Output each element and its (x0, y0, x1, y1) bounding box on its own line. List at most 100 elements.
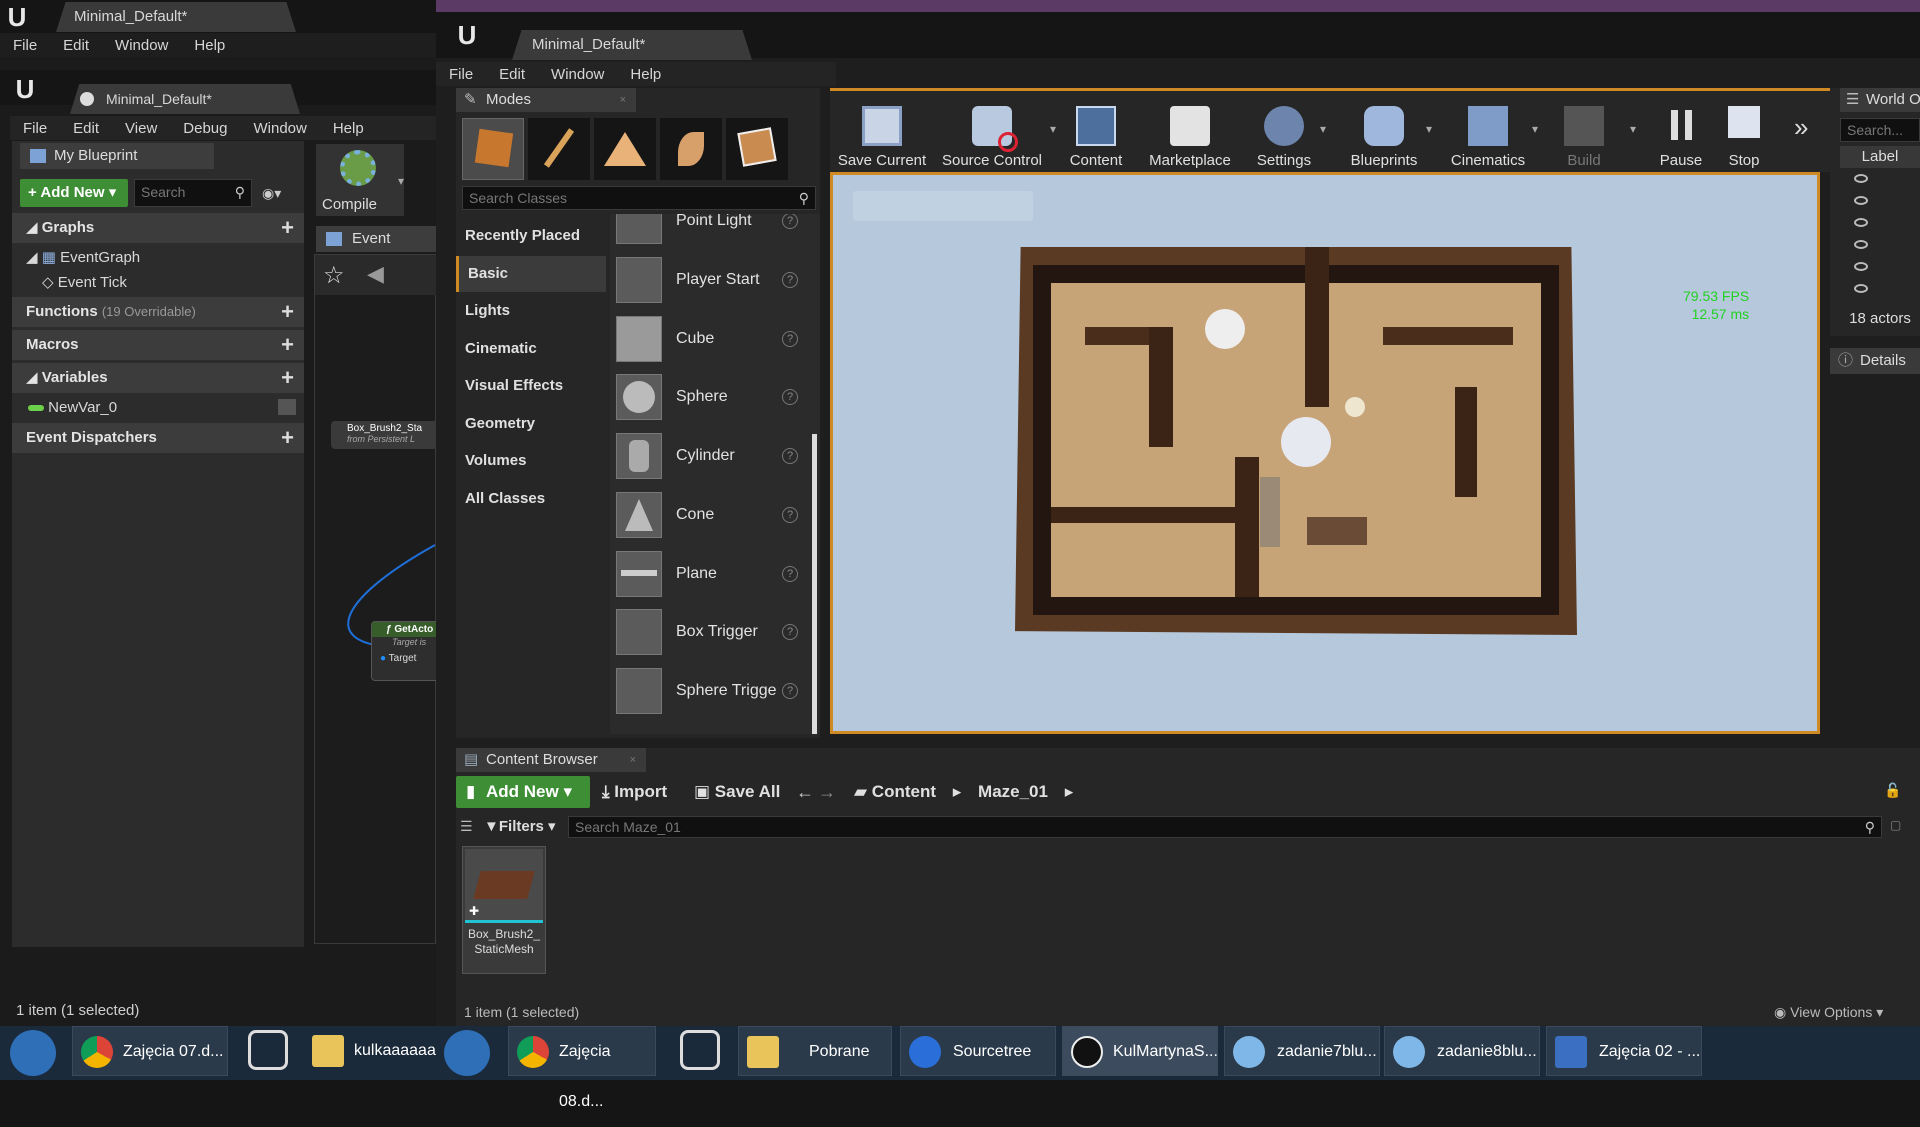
taskbar-item-zajecia02[interactable]: Zajęcia 02 - ... (1546, 1026, 1702, 1076)
menu-file[interactable]: File (0, 37, 50, 54)
details-tab[interactable]: ⓘ Details (1830, 348, 1920, 374)
variable-eye-icon[interactable] (278, 399, 296, 415)
geometry-mode-button[interactable] (726, 118, 788, 180)
bp-menu-edit[interactable]: Edit (60, 120, 112, 137)
foliage-mode-button[interactable] (660, 118, 722, 180)
asset-tile[interactable]: ✚ Box_Brush2_ StaticMesh (462, 846, 546, 974)
search-icon[interactable]: ⚲ (1865, 817, 1875, 837)
cinematics-dropdown-icon[interactable]: ▾ (1532, 122, 1538, 136)
event-dispatchers-section-header[interactable]: Event Dispatchers + (12, 423, 304, 453)
functions-section-header[interactable]: Functions (19 Overridable) + (12, 297, 304, 327)
modes-tab[interactable]: ✎ Modes × (456, 88, 636, 112)
filters-button[interactable]: ▼Filters ▾ (484, 816, 556, 838)
help-icon[interactable]: ? (782, 389, 798, 405)
save-all-button[interactable]: ▣ Save All (694, 776, 780, 808)
taskbar-item-kulka[interactable]: kulkaaaaaa (304, 1026, 436, 1076)
search-classes-input[interactable]: Search Classes ⚲ (462, 186, 816, 210)
help-icon[interactable]: ? (782, 683, 798, 699)
category-lights[interactable]: Lights (456, 293, 606, 329)
menu-edit[interactable]: Edit (50, 37, 102, 54)
graph-canvas[interactable]: ☆ ◀ Box_Brush2_Sta from Persistent L ƒ G… (314, 254, 436, 944)
list-item-sphere-trigger[interactable]: Sphere Trigge? (610, 662, 810, 720)
items-scrollbar[interactable] (812, 434, 817, 734)
help-icon[interactable]: ? (782, 272, 798, 288)
import-button[interactable]: ⤓ Import (602, 776, 667, 808)
content-add-new-button[interactable]: ▮ Add New ▾ (456, 776, 590, 808)
help-icon[interactable]: ? (782, 507, 798, 523)
view-options-button[interactable]: ◉ View Options ▾ (1774, 1004, 1883, 1021)
list-item-cone[interactable]: Cone? (610, 486, 810, 544)
add-new-button[interactable]: + Add New ▾ (20, 179, 128, 207)
list-item-point-light[interactable]: Point Light? (610, 214, 810, 250)
content-search-input[interactable]: Search Maze_01 ⚲ (568, 816, 1882, 838)
menu-help[interactable]: Help (181, 37, 238, 54)
event-graph-item[interactable]: ◢ ▦ EventGraph (12, 245, 304, 270)
new-var-item[interactable]: NewVar_0 (12, 395, 304, 420)
category-basic[interactable]: Basic (456, 256, 606, 292)
toolbar-overflow-icon[interactable]: » (1794, 112, 1808, 143)
maze-marble[interactable] (1345, 397, 1365, 417)
maze-mesh[interactable] (1015, 247, 1577, 635)
visibility-eye-icon[interactable] (1854, 196, 1868, 205)
taskbar-item-chrome-07[interactable]: Zajęcia 07.d... (72, 1026, 228, 1076)
macros-section-header[interactable]: Macros + (12, 330, 304, 360)
help-icon[interactable]: ? (782, 214, 798, 229)
taskbar-item-chrome-08[interactable]: Zajęcia 08.d... (508, 1026, 656, 1110)
blueprints-dropdown-icon[interactable]: ▾ (1426, 122, 1432, 136)
category-all-classes[interactable]: All Classes (456, 481, 606, 517)
place-mode-button[interactable] (462, 118, 524, 180)
breadcrumb-separator-icon[interactable]: ▸ (1065, 782, 1074, 801)
list-item-cube[interactable]: Cube? (610, 310, 810, 368)
compile-dropdown-icon[interactable]: ▾ (398, 174, 404, 188)
graphs-section-header[interactable]: ◢ Graphs + (12, 213, 304, 243)
variables-section-header[interactable]: ◢ Variables + (12, 363, 304, 393)
search-icon[interactable]: ⚲ (799, 187, 809, 209)
settings-dropdown-icon[interactable]: ▾ (1320, 122, 1326, 136)
lock-icon[interactable]: 🔓 (1884, 782, 1901, 799)
help-icon[interactable]: ? (782, 624, 798, 640)
get-actor-node[interactable]: ƒ GetActo Target is ● Target (371, 621, 436, 681)
sources-toggle-icon[interactable]: ☰ (460, 818, 473, 835)
category-geometry[interactable]: Geometry (456, 406, 606, 442)
visibility-eye-icon[interactable]: ◉▾ (262, 185, 281, 202)
help-icon[interactable]: ? (782, 448, 798, 464)
my-blueprint-tab[interactable]: My Blueprint (20, 143, 214, 169)
list-item-cylinder[interactable]: Cylinder? (610, 427, 810, 485)
compile-button[interactable]: Compile (316, 144, 404, 216)
add-dispatcher-plus-icon[interactable]: + (281, 423, 294, 453)
main-menu-file[interactable]: File (436, 66, 486, 83)
app-icon[interactable] (680, 1030, 720, 1070)
bp-search-input[interactable]: Search ⚲ (134, 179, 252, 207)
close-tab-icon[interactable]: × (620, 88, 626, 112)
content-browser-tab[interactable]: ▤ Content Browser × (456, 748, 646, 772)
settings-button[interactable]: Settings (1244, 100, 1324, 174)
taskbar-item-zadanie7[interactable]: zadanie7blu... (1224, 1026, 1380, 1076)
build-button[interactable]: Build (1544, 100, 1624, 174)
main-menu-window[interactable]: Window (538, 66, 617, 83)
save-current-button[interactable]: Save Current (832, 100, 932, 174)
taskbar-item-unreal[interactable]: KulMartynaS... (1062, 1026, 1218, 1076)
source-control-button[interactable]: Source Control (938, 100, 1046, 174)
bp-menu-window[interactable]: Window (240, 120, 319, 137)
viewport-options-bar[interactable] (853, 191, 1033, 221)
outliner-search-input[interactable]: Search... (1840, 118, 1920, 142)
level-viewport[interactable]: 79.53 FPS 12.57 ms (830, 172, 1820, 734)
help-icon[interactable]: ? (782, 566, 798, 582)
category-visual-effects[interactable]: Visual Effects (456, 368, 606, 404)
event-tick-item[interactable]: ◇ Event Tick (12, 270, 304, 295)
landscape-mode-button[interactable] (594, 118, 656, 180)
stop-button[interactable]: Stop (1708, 100, 1780, 174)
add-macro-plus-icon[interactable]: + (281, 330, 294, 360)
breadcrumb-content[interactable]: Content (872, 782, 936, 801)
marketplace-button[interactable]: Marketplace (1140, 100, 1240, 174)
main-doc-tab[interactable]: Minimal_Default* (512, 30, 752, 60)
bp-menu-view[interactable]: View (112, 120, 170, 137)
cinematics-button[interactable]: Cinematics (1438, 100, 1538, 174)
list-item-box-trigger[interactable]: Box Trigger? (610, 603, 810, 661)
bp-menu-help[interactable]: Help (320, 120, 377, 137)
blueprints-button[interactable]: Blueprints (1334, 100, 1434, 174)
list-item-plane[interactable]: Plane? (610, 545, 810, 603)
build-dropdown-icon[interactable]: ▾ (1630, 122, 1636, 136)
category-volumes[interactable]: Volumes (456, 443, 606, 479)
taskbar-item-pobrane[interactable]: Pobrane (738, 1026, 892, 1076)
